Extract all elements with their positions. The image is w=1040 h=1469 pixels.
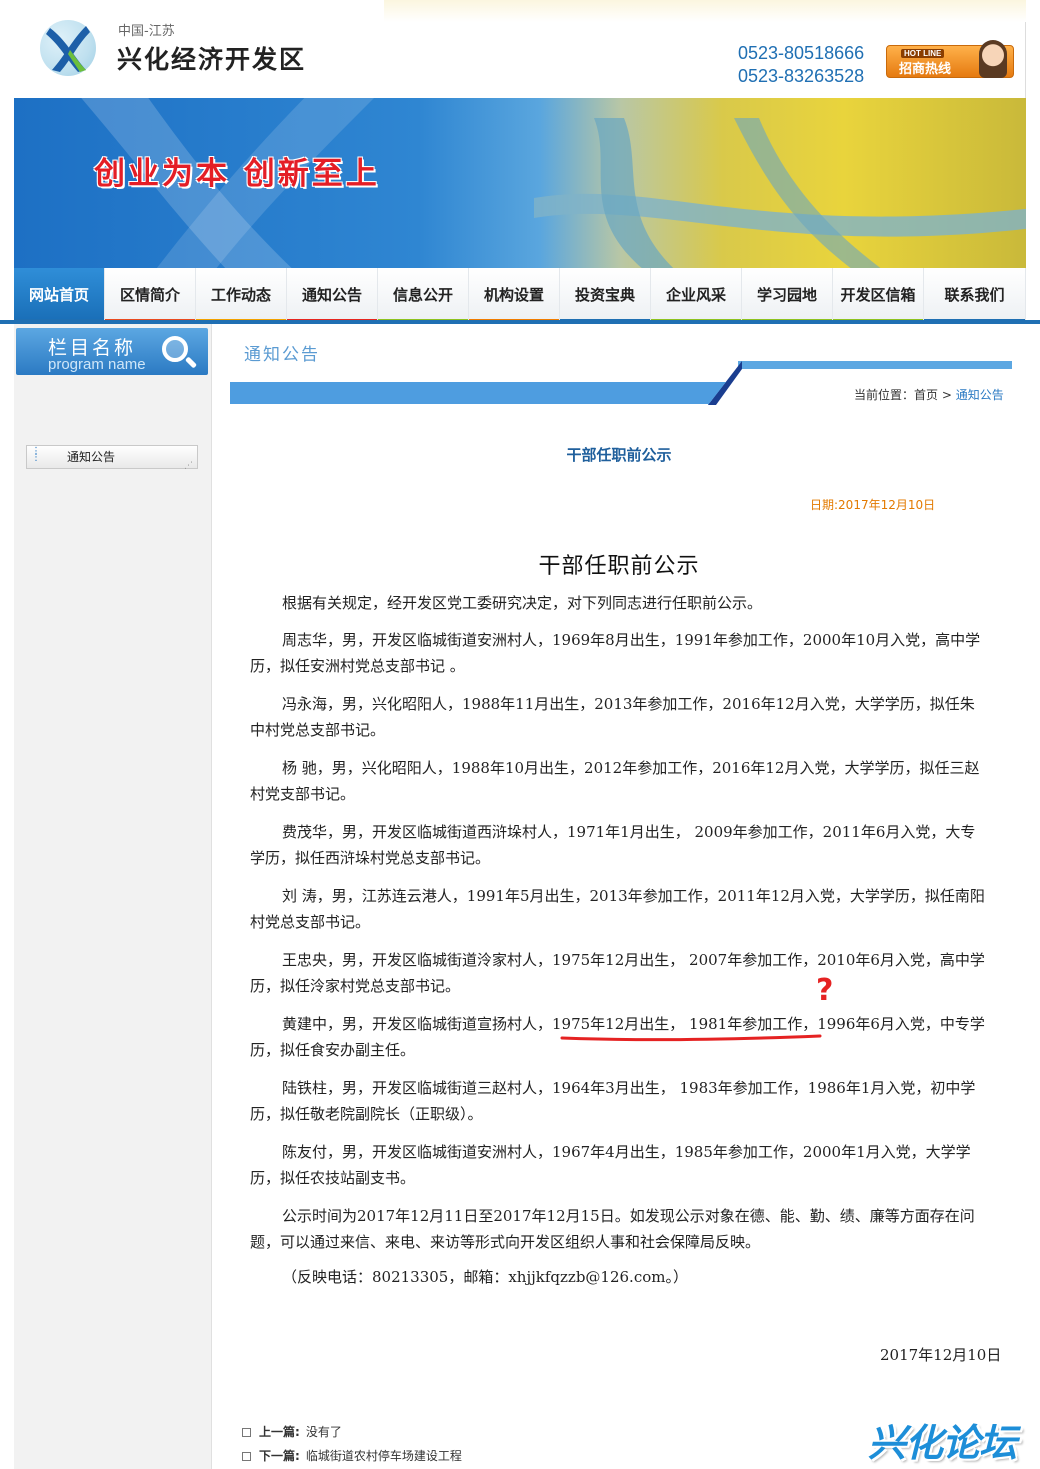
next-label: 下一篇:: [259, 1449, 300, 1463]
nav-item-org[interactable]: 机构设置: [469, 268, 560, 323]
nav-item-home[interactable]: 网站首页: [14, 268, 105, 323]
checkbox-square-icon: [242, 1428, 251, 1437]
hotline-cn: 招商热线: [899, 62, 952, 77]
nav-item-invest[interactable]: 投资宝典: [560, 268, 651, 323]
paragraph: 冯永海，男，兴化昭阳人，1988年11月出生，2013年参加工作，2016年12…: [250, 695, 975, 739]
paragraph: 周志华，男，开发区临城街道安洲村人，1969年8月出生，1991年参加工作，20…: [250, 631, 981, 675]
section-band: [230, 382, 710, 404]
nav-item-contact[interactable]: 联系我们: [924, 268, 1026, 323]
prev-next-links: 上一篇: 没有了 下一篇: 临城街道农村停车场建设工程: [242, 1420, 462, 1468]
banner-slogan: 创业为本 创新至上: [94, 156, 380, 192]
article-body: 根据有关规定，经开发区党工委研究决定，对下列同志进行任职前公示。 周志华，男，开…: [250, 590, 988, 1267]
paragraph: 黄建中，男，开发区临城街道宣扬村人，1975年12月出生， 1981年参加工作，…: [250, 1015, 985, 1059]
sidebar-item-label: 通知公告: [67, 450, 116, 464]
hotline-badge[interactable]: HOT LINE 招商热线: [886, 40, 1014, 78]
phone-1: 0523-80518666: [738, 43, 865, 63]
nav-item-mailbox[interactable]: 开发区信箱: [833, 268, 924, 323]
checkbox-square-icon: [242, 1452, 251, 1461]
hotline-en: HOT LINE: [901, 49, 945, 58]
sidebar-header-en: program name: [48, 356, 146, 373]
nav-item-notices[interactable]: 通知公告: [287, 268, 378, 323]
breadcrumb: 当前位置：首页 > 通知公告: [854, 386, 1004, 403]
phone-numbers: 0523-80518666 0523-83263528: [738, 42, 864, 88]
prev-link[interactable]: 上一篇: 没有了: [242, 1420, 462, 1444]
signature-date: 2017年12月10日: [880, 1346, 1002, 1364]
paragraph: 费茂华，男，开发区临城街道西浒垛村人，1971年1月出生， 2009年参加工作，…: [250, 823, 976, 867]
sidebar: 栏目名称 program name ⋮ ⋮ 通知公告 ⋰: [14, 324, 212, 1469]
section-band-corner-icon: [708, 361, 742, 405]
article-date: 日期:2017年12月10日: [810, 498, 936, 512]
site-title[interactable]: 兴化经济开发区: [117, 40, 306, 76]
nav-item-info[interactable]: 信息公开: [378, 268, 469, 323]
grip-dots-icon: ⋮ ⋮: [31, 446, 41, 463]
next-link[interactable]: 下一篇: 临城街道农村停车场建设工程: [242, 1444, 462, 1468]
paragraph: 陆铁柱，男，开发区临城街道三赵村人，1964年3月出生， 1983年参加工作，1…: [250, 1079, 976, 1123]
banner: 创业为本 创新至上: [14, 98, 1026, 268]
breadcrumb-current[interactable]: 通知公告: [956, 388, 1004, 402]
document-title: 干部任职前公示: [538, 554, 700, 579]
resize-corner-icon: ⋰: [184, 461, 193, 471]
main-content: 通知公告 当前位置：首页 > 通知公告 干部任职前公示 日期:2017年12月1…: [212, 324, 1026, 1469]
operator-avatar-icon: [979, 40, 1007, 78]
sidebar-item-notices[interactable]: ⋮ ⋮ 通知公告 ⋰: [26, 445, 198, 471]
banner-landscape-image: [534, 118, 1026, 268]
nav-item-intro[interactable]: 区情简介: [105, 268, 196, 323]
nav-item-learning[interactable]: 学习园地: [742, 268, 833, 323]
next-value: 临城街道农村停车场建设工程: [305, 1449, 462, 1463]
section-rule: [738, 361, 1012, 369]
paragraph: 根据有关规定，经开发区党工委研究决定，对下列同志进行任职前公示。: [282, 594, 763, 612]
nav-item-news[interactable]: 工作动态: [196, 268, 287, 323]
site-logo-icon[interactable]: [40, 20, 96, 76]
prev-label: 上一篇:: [259, 1425, 300, 1439]
prev-value: 没有了: [305, 1425, 342, 1439]
site-subtitle: 中国-江苏: [118, 24, 175, 39]
section-title: 通知公告: [244, 345, 320, 365]
breadcrumb-sep: >: [938, 388, 956, 402]
paragraph: 王忠央，男，开发区临城街道泠家村人，1975年12月出生， 2007年参加工作，…: [250, 951, 985, 995]
contact-line: （反映电话：80213305，邮箱：xhjjkfqzzb@126.com。）: [282, 1268, 688, 1286]
forum-watermark: 兴化论坛: [868, 1421, 1017, 1465]
main-nav: 网站首页 区情简介 工作动态 通知公告 信息公开 机构设置 投资宝典 企业风采 …: [14, 268, 1026, 323]
breadcrumb-home[interactable]: 首页: [914, 388, 938, 402]
breadcrumb-label: 当前位置：: [854, 388, 915, 402]
site-header: 中国-江苏 兴化经济开发区 0523-80518666 0523-8326352…: [14, 0, 1026, 98]
nav-item-enterprise[interactable]: 企业风采: [651, 268, 742, 323]
paragraph: 公示时间为2017年12月11日至2017年12月15日。如发现公示对象在德、能…: [250, 1207, 975, 1251]
paragraph: 陈友付，男，开发区临城街道安洲村人，1967年4月出生，1985年参加工作，20…: [250, 1143, 971, 1187]
magnifier-icon: [162, 336, 188, 362]
sidebar-header: 栏目名称 program name: [16, 328, 208, 375]
paragraph: 刘 涛，男，江苏连云港人，1991年5月出生，2013年参加工作，2011年12…: [250, 887, 985, 931]
phone-2: 0523-83263528: [738, 66, 865, 86]
paragraph: 杨 驰，男，兴化昭阳人，1988年10月出生，2012年参加工作，2016年12…: [250, 759, 980, 803]
article-title: 干部任职前公示: [566, 446, 672, 464]
